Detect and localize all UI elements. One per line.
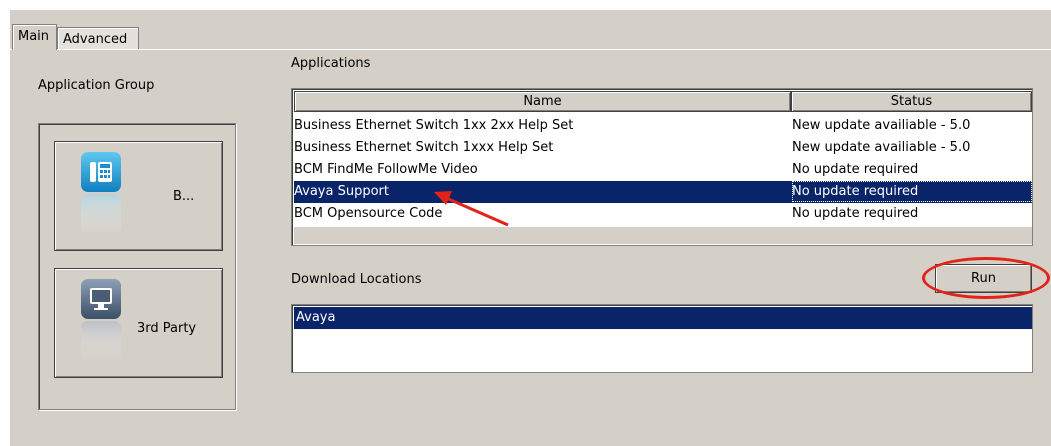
horizontal-scrollbar[interactable] bbox=[294, 227, 1032, 244]
run-button[interactable]: Run bbox=[935, 264, 1032, 293]
group-button-label: B... bbox=[173, 189, 195, 204]
applications-table: Name Status Business Ethernet Switch 1xx… bbox=[291, 88, 1033, 246]
application-group-label: Application Group bbox=[38, 78, 155, 93]
app-status: New update availiable - 5.0 bbox=[792, 140, 971, 155]
app-name: BCM FindMe FollowMe Video bbox=[294, 162, 478, 177]
group-button-label: 3rd Party bbox=[137, 321, 197, 336]
table-row-selected[interactable]: Avaya Support No update required bbox=[294, 181, 1032, 203]
column-header-name[interactable]: Name bbox=[294, 91, 791, 112]
monitor-icon bbox=[79, 275, 123, 365]
app-status: New update availiable - 5.0 bbox=[792, 118, 971, 133]
app-status: No update required bbox=[792, 181, 1032, 202]
app-status: No update required bbox=[792, 162, 919, 177]
group-button-3rd-party[interactable]: 3rd Party bbox=[54, 268, 223, 378]
download-locations-label: Download Locations bbox=[291, 272, 422, 287]
app-status: No update required bbox=[792, 206, 919, 221]
app-name: Business Ethernet Switch 1xx 2xx Help Se… bbox=[294, 118, 574, 133]
table-row[interactable]: BCM FindMe FollowMe Video No update requ… bbox=[294, 159, 1032, 181]
group-button-bcm[interactable]: B... bbox=[54, 141, 223, 251]
table-row[interactable]: Business Ethernet Switch 1xx 2xx Help Se… bbox=[294, 115, 1032, 137]
applications-label: Applications bbox=[291, 56, 371, 71]
list-item[interactable]: Avaya bbox=[294, 307, 1032, 329]
column-header-status[interactable]: Status bbox=[791, 91, 1032, 112]
app-name: Avaya Support bbox=[294, 184, 389, 199]
app-name: BCM Opensource Code bbox=[294, 206, 443, 221]
table-row[interactable]: Business Ethernet Switch 1xxx Help Set N… bbox=[294, 137, 1032, 159]
phone-icon bbox=[79, 148, 123, 238]
table-row[interactable]: BCM Opensource Code No update required bbox=[294, 203, 1032, 225]
app-name: Business Ethernet Switch 1xxx Help Set bbox=[294, 140, 554, 155]
download-locations-list: Avaya bbox=[291, 304, 1033, 373]
